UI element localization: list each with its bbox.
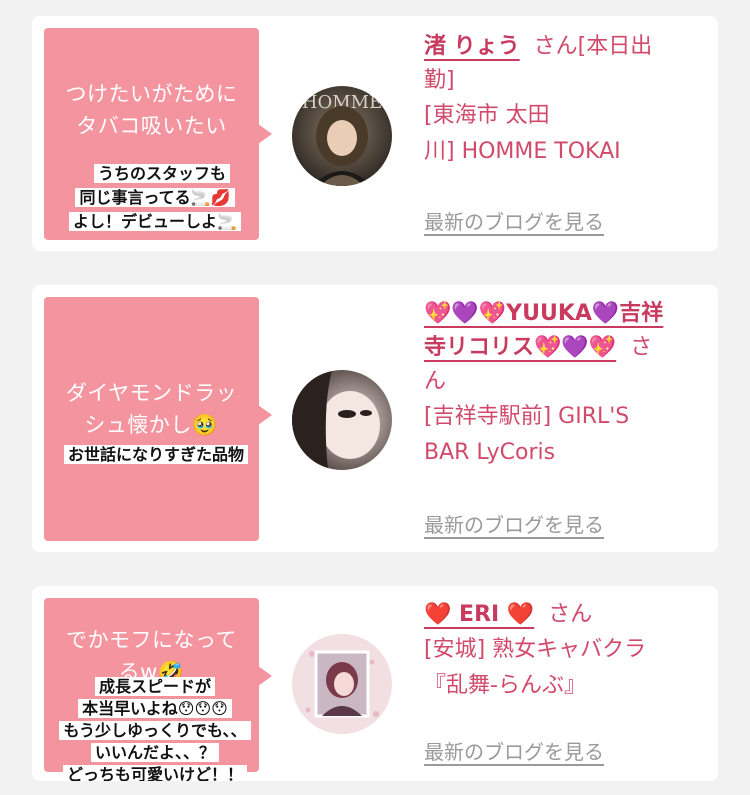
bubble-text: つけたいがために タバコ吸いたい [44, 78, 259, 142]
honorific: さん[本日出 [533, 34, 653, 59]
message-bubble: つけたいがために タバコ吸いたい うちのスタッフも 同じ事言ってる🚬💋 よし！デ… [44, 28, 272, 240]
avatar[interactable] [292, 370, 392, 470]
cast-info: 渚 りょう さん[本日出 勤] [東海市 太田 川] HOMME TOKAI [424, 30, 714, 170]
location-line: 『乱舞-らんぶ』 [424, 673, 586, 698]
view-latest-blog-link[interactable]: 最新のブログを見る [424, 736, 604, 765]
sticker-line: 本当早いよね😯😯😯 [78, 699, 232, 718]
cast-name-link-cont[interactable]: 寺リコリス💖💜💖 [424, 335, 616, 360]
bubble-line: ダイヤモンドラッ [65, 381, 238, 405]
cast-name-link[interactable]: 💖💜💖YUUKA💜吉祥 [424, 301, 663, 326]
cast-info: 💖💜💖YUUKA💜吉祥 寺リコリス💖💜💖 さ ん [吉祥寺駅前] GIRL'S B… [424, 297, 714, 471]
name-line: 渚 りょう さん[本日出 [424, 30, 714, 64]
location-line: [吉祥寺駅前] GIRL'S [424, 404, 630, 429]
bubble-line: つけたいがために [65, 82, 238, 106]
location-line: BAR LyCoris [424, 440, 556, 465]
name-line-cont: 勤] [424, 68, 455, 93]
cast-info: ❤️ ERI ❤️ さん [安城] 熟女キャバクラ 『乱舞-らんぶ』 [424, 598, 714, 704]
cast-card-1[interactable]: つけたいがために タバコ吸いたい うちのスタッフも 同じ事言ってる🚬💋 よし！デ… [32, 16, 718, 251]
view-latest-blog-link[interactable]: 最新のブログを見る [424, 509, 604, 538]
name-line-cont: 寺リコリス💖💜💖 さ [424, 331, 714, 365]
name-line: ❤️ ERI ❤️ さん [424, 598, 714, 632]
location-line: [安城] 熟女キャバクラ [424, 637, 647, 662]
bubble-line: シュ懐かし🥹 [84, 413, 219, 437]
cast-card-2[interactable]: ダイヤモンドラッ シュ懐かし🥹 お世話になりすぎた品物 💖💜💖YUUKA💜吉祥 [32, 285, 718, 552]
honorific: さん [548, 602, 593, 627]
view-latest-blog-link[interactable]: 最新のブログを見る [424, 206, 604, 235]
name-line: 💖💜💖YUUKA💜吉祥 [424, 297, 714, 331]
honorific: さ [630, 335, 653, 360]
sticker-line: いいんだよ、、？ [90, 743, 219, 762]
cast-card-3[interactable]: でかモフになって るw🤣 成長スピードが 本当早いよね😯😯😯 もう少しゆっくりで… [32, 586, 718, 781]
sticker-line: うちのスタッフも [93, 164, 230, 183]
sticker-line: よし！デビューしよ🚬 [69, 212, 241, 231]
cast-name-link[interactable]: ❤️ ERI ❤️ [424, 602, 534, 627]
cast-name-link[interactable]: 渚 りょう [424, 34, 520, 59]
message-bubble: ダイヤモンドラッ シュ懐かし🥹 お世話になりすぎた品物 [44, 297, 272, 541]
honorific-cont: ん [424, 369, 447, 394]
sticker-line: もう少しゆっくりでも、、 [59, 721, 251, 740]
avatar[interactable]: HOMME [292, 86, 392, 186]
sticker-line: どっちも可愛いけど！！ [62, 765, 247, 781]
location-line: [東海市 太田 [424, 103, 550, 128]
location-line: 川] HOMME TOKAI [424, 139, 621, 164]
reply-sticker: お世話になりすぎた品物 [42, 443, 270, 467]
reply-sticker: 成長スピードが 本当早いよね😯😯😯 もう少しゆっくりでも、、 いいんだよ、、？ … [42, 676, 268, 781]
sticker-line: 同じ事言ってる🚬💋 [75, 188, 235, 207]
bubble-text: ダイヤモンドラッ シュ懐かし🥹 [44, 377, 259, 441]
avatar[interactable] [292, 634, 392, 734]
bubble-line: でかモフになって [66, 628, 237, 652]
sticker-line: 成長スピードが [94, 677, 215, 696]
message-bubble: でかモフになって るw🤣 成長スピードが 本当早いよね😯😯😯 もう少しゆっくりで… [44, 598, 272, 781]
sticker-line: お世話になりすぎた品物 [63, 445, 248, 464]
reply-sticker: うちのスタッフも 同じ事言ってる🚬💋 よし！デビューしよ🚬 [50, 162, 260, 234]
bubble-line: タバコ吸いたい [76, 114, 227, 138]
